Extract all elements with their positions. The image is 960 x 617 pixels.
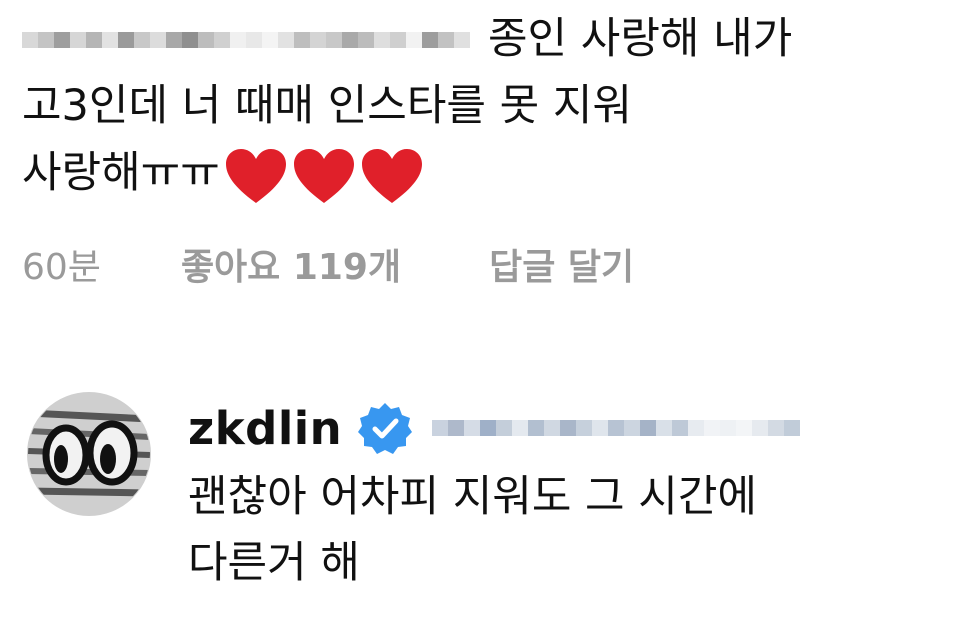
comment-meta: 60분 좋아요 119개 답글 달기 xyxy=(22,238,634,290)
reply-username[interactable]: zkdlin xyxy=(188,402,342,455)
comment-body: 종인 사랑해 내가 고3인데 너 때매 인스타를 못 지워 사랑해ㅠㅠ xyxy=(22,6,942,207)
red-heart-icon xyxy=(361,148,422,203)
comment-time: 60분 xyxy=(22,247,101,288)
comment-line-2: 고3인데 너 때매 인스타를 못 지워 xyxy=(22,81,632,131)
comment-line-3: 사랑해ㅠㅠ xyxy=(22,140,942,207)
avatar-image xyxy=(28,393,150,515)
red-heart-icon xyxy=(293,148,354,203)
reply-line-1: 괜찮아 어차피 지워도 그 시간에 xyxy=(188,472,757,522)
reply-line-2: 다른거 해 xyxy=(188,538,360,588)
reply-button[interactable]: 답글 달기 xyxy=(489,238,634,290)
blurred-mention[interactable] xyxy=(432,420,801,436)
avatar[interactable] xyxy=(27,392,151,516)
reply-comment: zkdlin 괜찮아 어차피 지워도 그 시간에 다른거 해 xyxy=(188,392,801,596)
verified-badge-icon xyxy=(358,403,413,454)
red-heart-icon xyxy=(225,148,286,203)
comment-text-1: 종인 사랑해 내가 xyxy=(488,14,793,64)
reply-header: zkdlin xyxy=(188,392,801,464)
blurred-username[interactable] xyxy=(22,31,470,48)
likes-count[interactable]: 좋아요 119개 xyxy=(181,238,401,290)
comment-text-3: 사랑해ㅠㅠ xyxy=(22,148,220,198)
comment-line-1: 종인 사랑해 내가 xyxy=(22,6,942,73)
